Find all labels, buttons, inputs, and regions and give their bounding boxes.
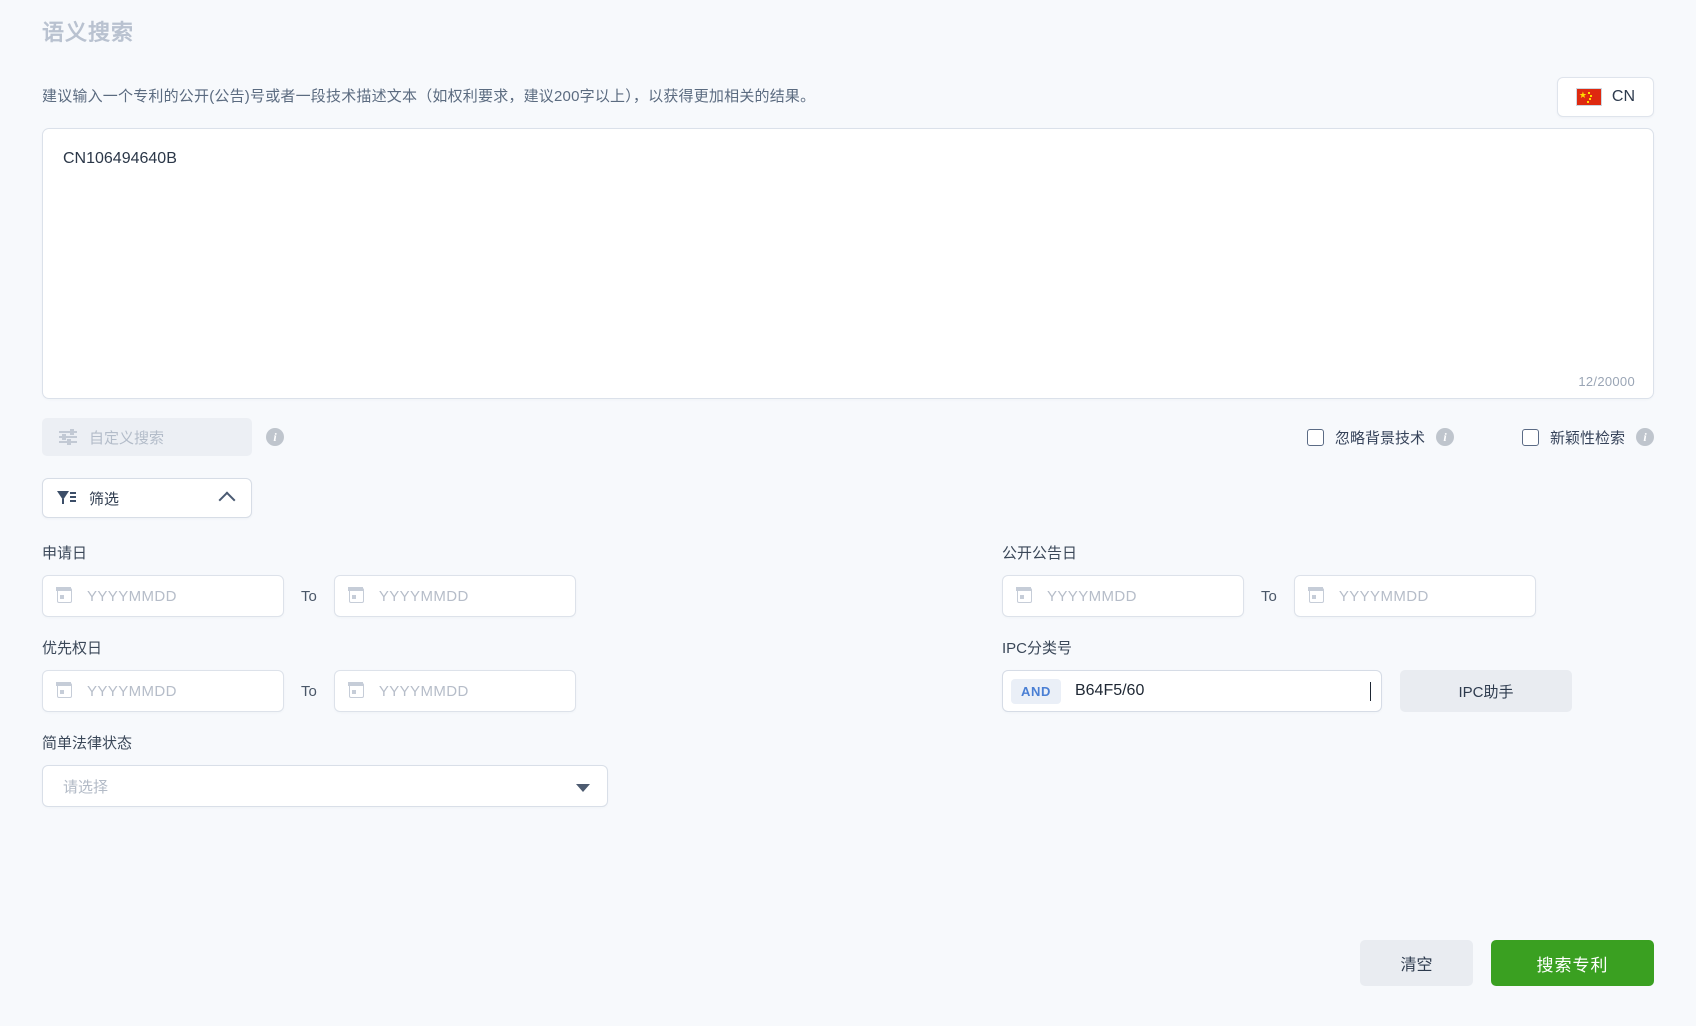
application-date-from[interactable]: [42, 575, 284, 617]
checkbox-group: 忽略背景技术 i 新颖性检索 i: [1306, 427, 1654, 448]
calendar-icon: [56, 587, 72, 603]
calendar-icon: [1016, 587, 1032, 603]
options-row: 自定义搜索 i 忽略背景技术 i 新颖性检索 i: [42, 418, 1654, 456]
priority-date-from[interactable]: [42, 670, 284, 712]
field-publication-date: 公开公告日 To: [1002, 544, 1654, 617]
publication-date-from-input[interactable]: [1045, 586, 1243, 606]
date-range: To: [42, 575, 1002, 617]
field-application-date: 申请日 To: [42, 544, 1002, 617]
filter-fields-grid: 申请日 To 公开公告日 To: [42, 544, 1654, 807]
calendar-icon: [1308, 587, 1324, 603]
custom-search-button[interactable]: 自定义搜索: [42, 418, 252, 456]
legal-status-select[interactable]: 请选择: [42, 765, 608, 807]
chevron-up-icon: [218, 491, 236, 509]
filter-toggle-button[interactable]: 筛选: [42, 478, 252, 518]
calendar-icon: [348, 587, 364, 603]
date-range: To: [42, 670, 1002, 712]
custom-search-group: 自定义搜索 i: [42, 418, 284, 456]
field-label: 简单法律状态: [42, 735, 133, 752]
ignore-background-tech-info-icon[interactable]: i: [1435, 428, 1454, 446]
application-date-to[interactable]: [333, 575, 576, 617]
publication-date-from[interactable]: [1002, 575, 1244, 617]
field-label: IPC分类号: [1002, 640, 1073, 657]
date-separator-label: To: [1261, 587, 1277, 605]
publication-date-to-input[interactable]: [1336, 586, 1535, 606]
field-legal-status: 简单法律状态 请选择: [42, 734, 1002, 807]
checkbox-box[interactable]: [1521, 428, 1539, 446]
date-separator-label: To: [301, 587, 317, 605]
funnel-icon: [57, 490, 76, 506]
application-date-to-input[interactable]: [376, 586, 575, 606]
chevron-down-icon: [576, 784, 590, 792]
semantic-search-page: 语义搜索 建议输入一个专利的公开(公告)号或者一段技术描述文本（如权利要求，建议…: [0, 0, 1696, 1026]
ipc-row: AND IPC助手: [1002, 670, 1654, 712]
priority-date-to-input[interactable]: [376, 681, 575, 701]
field-ipc-classification: IPC分类号 AND IPC助手: [1002, 639, 1654, 712]
custom-search-label: 自定义搜索: [89, 429, 165, 447]
publication-date-to[interactable]: [1293, 575, 1536, 617]
custom-search-info-icon[interactable]: i: [266, 428, 284, 446]
ipc-helper-button[interactable]: IPC助手: [1400, 670, 1572, 712]
checkbox-box[interactable]: [1306, 428, 1324, 446]
clear-button[interactable]: 清空: [1360, 940, 1473, 986]
flag-cn-icon: [1575, 88, 1602, 106]
ipc-operator-badge[interactable]: AND: [1011, 678, 1061, 704]
field-priority-date: 优先权日 To: [42, 639, 1002, 712]
novelty-search-info-icon[interactable]: i: [1636, 428, 1654, 446]
date-range: To: [1002, 575, 1654, 617]
action-buttons: 清空 搜索专利: [1360, 940, 1654, 986]
search-patents-button[interactable]: 搜索专利: [1491, 940, 1654, 986]
checkbox-label: 新颖性检索: [1549, 429, 1625, 447]
checkbox-novelty-search[interactable]: 新颖性检索 i: [1521, 427, 1654, 448]
sliders-icon: [59, 429, 77, 445]
language-label: CN: [1611, 88, 1635, 105]
field-label: 申请日: [42, 545, 88, 562]
language-button[interactable]: CN: [1556, 77, 1654, 117]
query-textarea-wrapper: 12/20000: [42, 128, 1654, 399]
ipc-input[interactable]: [1072, 681, 1380, 701]
checkbox-label: 忽略背景技术: [1334, 429, 1425, 447]
field-label: 公开公告日: [1002, 545, 1078, 562]
text-cursor: [1370, 681, 1371, 701]
filter-toggle-label: 筛选: [89, 490, 120, 508]
search-hint-text: 建议输入一个专利的公开(公告)号或者一段技术描述文本（如权利要求，建议200字以…: [42, 88, 816, 105]
query-textarea[interactable]: [43, 129, 1653, 398]
calendar-icon: [56, 682, 72, 698]
field-label: 优先权日: [42, 640, 103, 657]
hint-row: 建议输入一个专利的公开(公告)号或者一段技术描述文本（如权利要求，建议200字以…: [42, 76, 1654, 118]
page-title: 语义搜索: [42, 20, 135, 45]
priority-date-from-input[interactable]: [85, 681, 283, 701]
date-separator-label: To: [301, 682, 317, 700]
application-date-from-input[interactable]: [85, 586, 283, 606]
calendar-icon: [348, 682, 364, 698]
ipc-input-box[interactable]: AND: [1002, 670, 1382, 712]
checkbox-ignore-background-tech[interactable]: 忽略背景技术 i: [1306, 427, 1454, 448]
legal-status-placeholder: 请选择: [63, 778, 109, 796]
priority-date-to[interactable]: [333, 670, 576, 712]
char-counter: 12/20000: [1578, 374, 1635, 389]
